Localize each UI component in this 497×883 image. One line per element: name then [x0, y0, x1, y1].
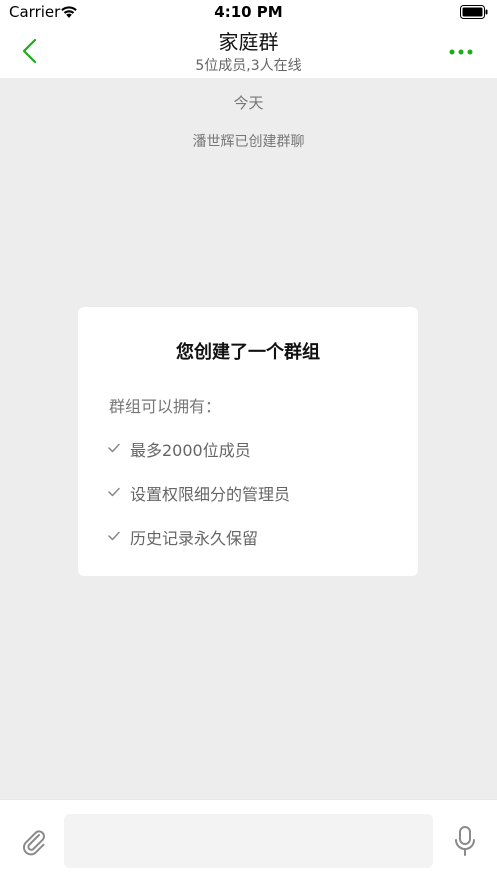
- check-icon: [108, 531, 120, 541]
- paperclip-icon[interactable]: [18, 826, 48, 856]
- feature-text: 最多2000位成员: [130, 441, 251, 460]
- group-created-card: 您创建了一个群组 群组可以拥有： 最多2000位成员 设置权限细分的管理员 历史…: [78, 307, 418, 576]
- check-icon: [108, 443, 120, 453]
- message-input[interactable]: [64, 814, 433, 868]
- card-title: 您创建了一个群组: [176, 342, 320, 363]
- chat-title: 家庭群: [218, 30, 279, 54]
- input-bar: [0, 799, 497, 883]
- status-bar: Carrier 4:10 PM: [0, 0, 497, 26]
- card-subtitle: 群组可以拥有：: [109, 397, 222, 416]
- system-message: 潘世辉已创建群聊: [192, 134, 305, 150]
- battery-icon: [460, 5, 488, 19]
- chat-subtitle: 5位成员,3人在线: [195, 58, 302, 74]
- check-icon: [108, 487, 120, 497]
- feature-text: 设置权限细分的管理员: [130, 485, 291, 504]
- nav-bar: 家庭群 5位成员,3人在线: [0, 26, 497, 78]
- more-dots-icon[interactable]: [449, 48, 473, 56]
- date-divider: 今天: [233, 94, 264, 112]
- clock: 4:10 PM: [214, 3, 283, 21]
- chat-area[interactable]: 今天 潘世辉已创建群聊 您创建了一个群组 群组可以拥有： 最多2000位成员 设…: [0, 78, 497, 799]
- microphone-icon[interactable]: [453, 825, 477, 857]
- feature-text: 历史记录永久保留: [130, 529, 259, 548]
